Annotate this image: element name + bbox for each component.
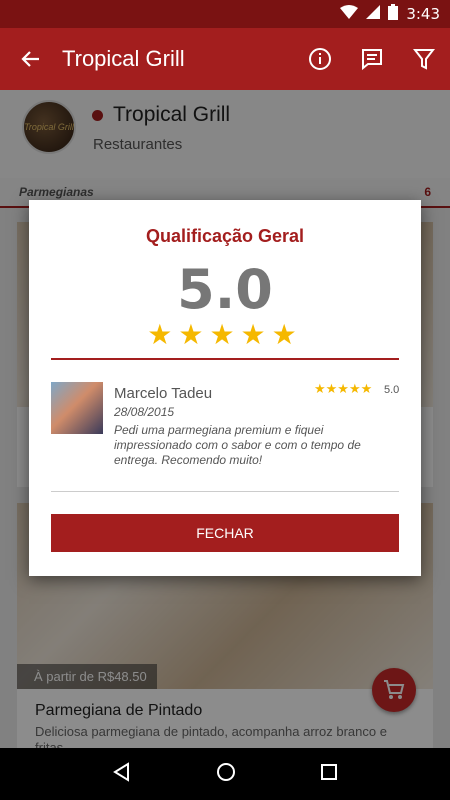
- battery-icon: [388, 4, 399, 24]
- overall-score: 5.0: [177, 258, 273, 321]
- review-text: Pedi uma parmegiana premium e fiquei imp…: [114, 423, 361, 467]
- back-button[interactable]: [0, 28, 62, 90]
- circle-home-icon: [217, 762, 235, 781]
- divider: [51, 358, 399, 360]
- rating-dialog: Qualificação Geral 5.0 ★★★★★ Marcelo Tad…: [29, 200, 421, 576]
- square-recents-icon: [321, 763, 337, 780]
- info-button[interactable]: [294, 28, 346, 90]
- filter-button[interactable]: [398, 28, 450, 90]
- info-icon: [309, 48, 331, 70]
- status-bar: 3:43: [0, 0, 450, 28]
- review-stars: ★★★★★: [314, 381, 373, 396]
- nav-home-button[interactable]: [216, 762, 236, 787]
- review-date: 28/08/2015: [114, 405, 175, 419]
- filter-icon: [413, 49, 435, 70]
- arrow-back-icon: [21, 51, 39, 67]
- reviews-button[interactable]: [346, 28, 398, 90]
- app-bar: Tropical Grill: [0, 28, 450, 90]
- app-bar-title: Tropical Grill: [62, 46, 185, 71]
- triangle-back-icon: [113, 761, 129, 782]
- reviewer-name: Marcelo Tadeu: [114, 385, 213, 402]
- wifi-icon: [340, 5, 359, 23]
- system-nav-bar: [0, 748, 450, 800]
- clock: 3:43: [406, 5, 440, 23]
- comment-icon: [362, 49, 382, 71]
- nav-back-button[interactable]: [112, 761, 132, 787]
- review-score: 5.0: [384, 384, 400, 396]
- signal-icon: [366, 5, 381, 23]
- close-button[interactable]: FECHAR: [51, 514, 399, 552]
- dialog-title: Qualificação Geral: [145, 226, 305, 246]
- divider: [51, 491, 399, 492]
- nav-recents-button[interactable]: [320, 763, 338, 786]
- overall-stars: ★★★★★: [147, 319, 303, 350]
- reviewer-avatar: [51, 382, 103, 434]
